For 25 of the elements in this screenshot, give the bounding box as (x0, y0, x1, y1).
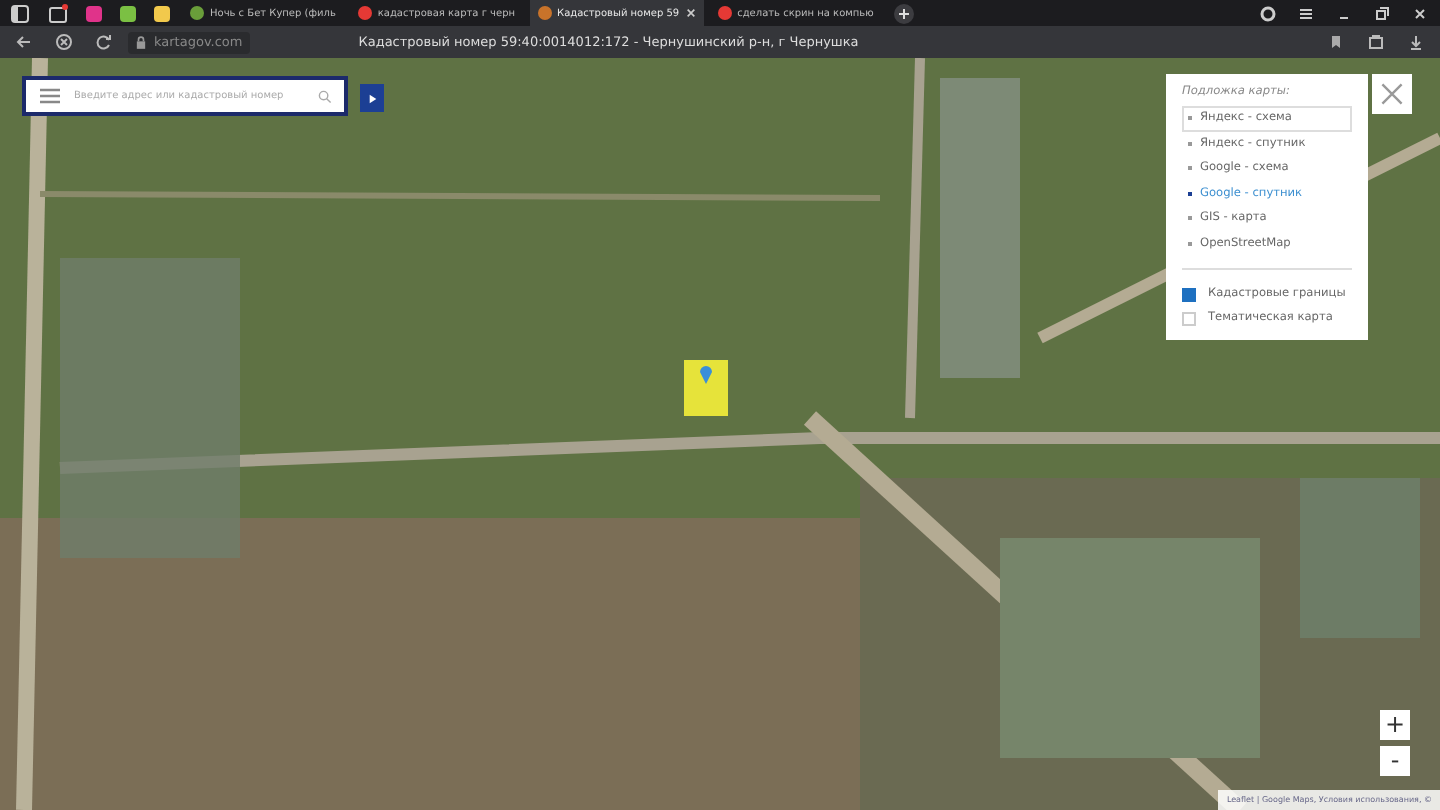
close-icon[interactable] (685, 8, 696, 18)
zoom-out-button[interactable]: - (1380, 746, 1410, 776)
pinned-tab[interactable] (154, 5, 170, 21)
tabs-icon[interactable] (48, 3, 68, 23)
checkbox[interactable] (1182, 287, 1196, 301)
pinned-tab[interactable] (120, 5, 136, 21)
back-icon[interactable] (14, 32, 34, 52)
parcel-highlight[interactable] (684, 360, 728, 416)
reload-icon[interactable] (94, 32, 114, 52)
close-icon[interactable] (1410, 3, 1430, 23)
lock-icon (136, 35, 146, 49)
download-icon[interactable] (1406, 32, 1426, 52)
sidebar-icon[interactable] (10, 3, 30, 23)
menu-icon[interactable] (1296, 3, 1316, 23)
triangle-icon (367, 93, 377, 103)
bookmark-icon[interactable] (1326, 32, 1346, 52)
zoom-in-button[interactable]: + (1380, 710, 1410, 740)
close-icon (1380, 82, 1404, 106)
close-button[interactable] (1372, 74, 1412, 114)
new-tab-icon[interactable] (893, 3, 914, 23)
stop-icon[interactable] (54, 32, 74, 52)
expand-button[interactable] (360, 84, 384, 112)
screenshot-icon[interactable] (1366, 32, 1386, 52)
restore-icon[interactable] (1372, 3, 1392, 23)
map-pin-icon[interactable] (698, 362, 714, 386)
